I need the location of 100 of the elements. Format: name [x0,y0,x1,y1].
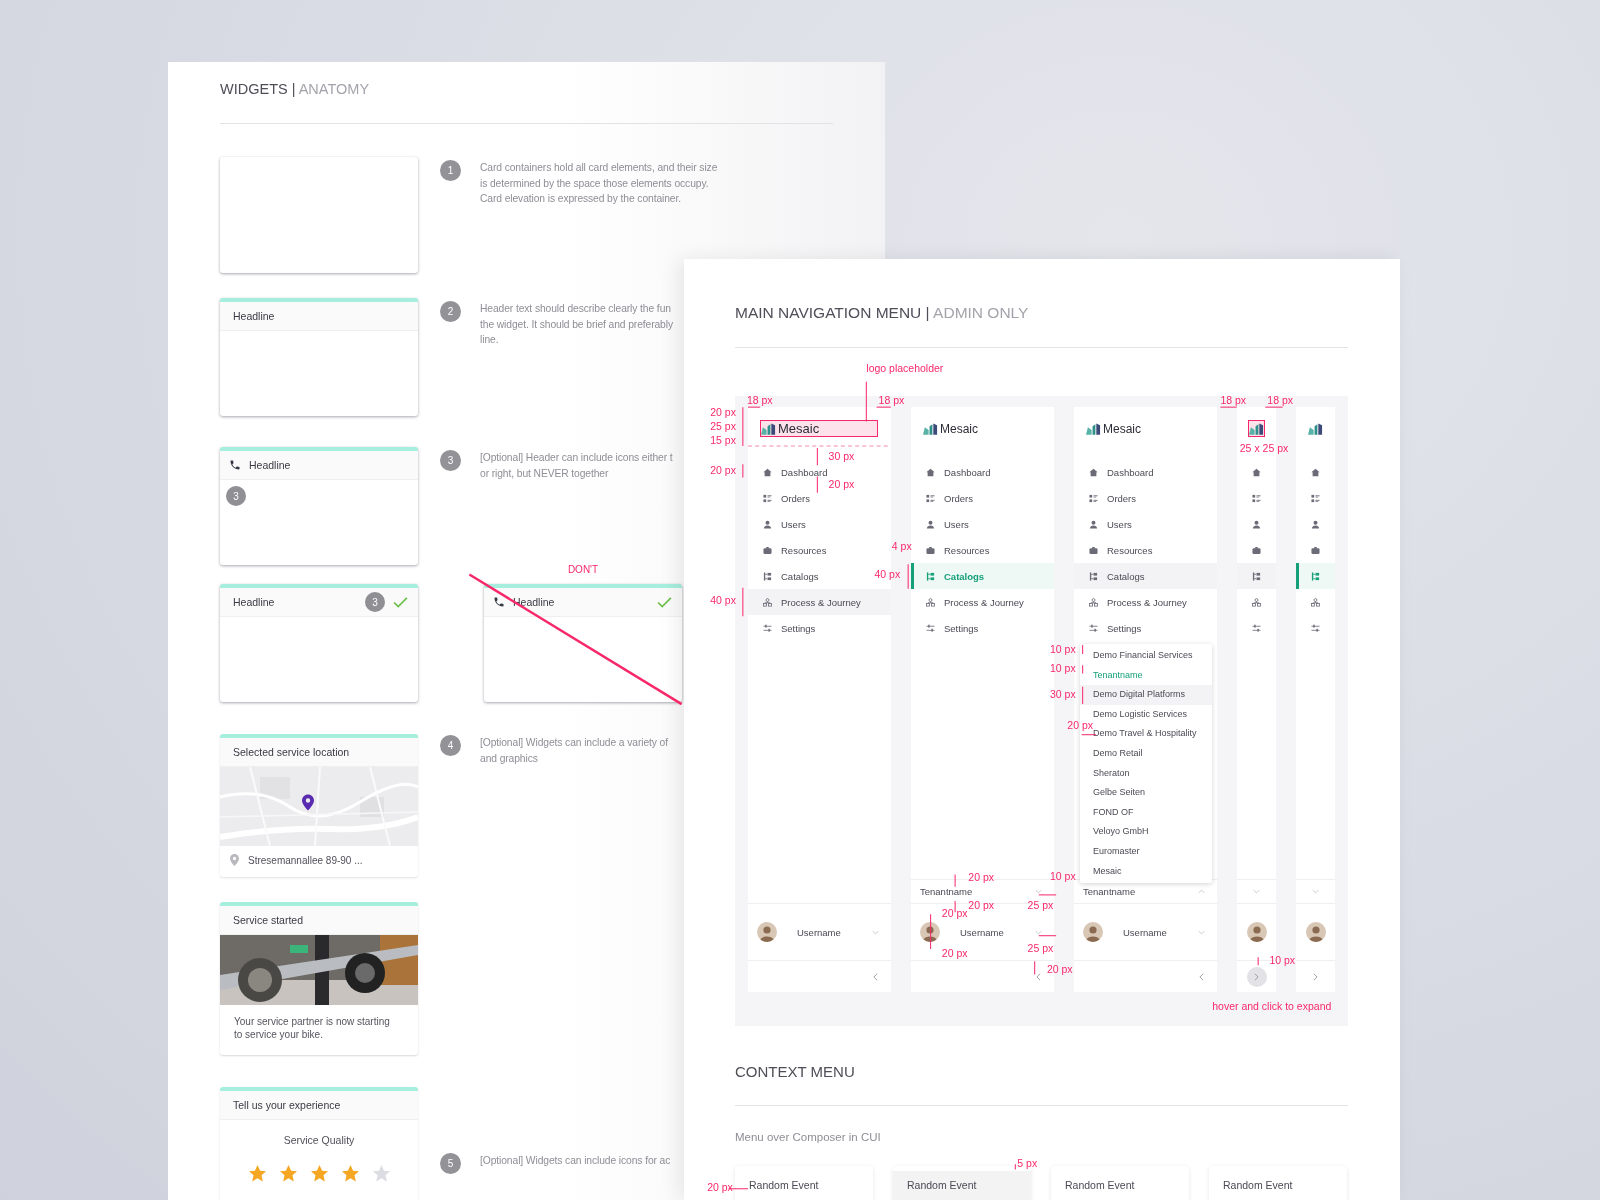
nav-item[interactable]: Users [911,511,972,537]
user-menu[interactable]: Username [757,922,879,942]
dimension-line [930,913,932,950]
star-icon[interactable] [309,1164,329,1183]
measurement-label: 20 px [1046,963,1073,976]
tenant-selector[interactable] [1253,889,1260,894]
user-menu[interactable]: Username [920,922,1042,942]
menu-card[interactable]: Random Event [1051,1166,1189,1200]
avatar [757,922,777,942]
number-badge: 3 [365,592,385,612]
dimension-line [907,563,909,590]
tenant-option[interactable]: Demo Digital Platforms [1080,685,1212,705]
star-icon[interactable] [371,1164,391,1183]
home-icon [763,467,772,477]
dimension-line [1082,664,1084,674]
card-headline: Service started [233,914,304,926]
org-chart-icon [763,597,772,607]
dimension-line [742,406,744,447]
sliders-icon [926,623,935,633]
dimension-line [1219,406,1238,408]
tenant-option[interactable]: Demo Travel & Hospitality [1093,724,1197,744]
org-chart-icon [1252,597,1261,607]
sliders-icon [763,623,772,633]
nav-item[interactable]: Orders [1074,485,1140,511]
tenant-selector[interactable]: Tenantname [1083,886,1205,897]
nav-item[interactable]: Users [1074,511,1135,537]
tenant-option[interactable]: Demo Logistic Services [1093,704,1188,725]
sliders-icon [1252,623,1261,633]
logo-icon [1308,422,1323,435]
hierarchy-icon [926,571,935,581]
sliders-icon [1311,623,1320,633]
card-headline: Headline [233,596,275,608]
nav-item[interactable]: Catalogs [748,563,822,589]
card-headline: Selected service location [233,746,350,758]
list-icon [1311,493,1320,503]
hierarchy-icon [763,571,772,581]
measurement-label: 40 px [710,593,736,606]
star-icon[interactable] [340,1164,360,1183]
dimension-line [954,900,956,913]
nav-item[interactable]: Resources [1074,537,1156,563]
list-icon [1252,493,1261,503]
card-headline: Headline [513,596,555,608]
nav-item[interactable]: Process & Journey [911,589,1027,615]
menu-card[interactable]: Random Event [1209,1166,1347,1200]
tenant-option[interactable]: Veloyo GmbH [1093,822,1149,842]
nav-item[interactable]: Users [748,511,809,537]
nav-item[interactable]: Process & Journey [1074,589,1190,615]
tenant-selector[interactable] [1312,889,1319,894]
nav-item[interactable]: Catalogs [1074,563,1217,589]
nav-item[interactable]: Settings [911,615,982,641]
tenant-selector[interactable]: Tenantname [920,886,1042,897]
hierarchy-icon [1089,571,1098,581]
tenant-option[interactable]: Euromaster [1093,841,1140,862]
dimension-line [876,406,892,408]
section-subtitle: Menu over Composer in CUI [735,1131,882,1143]
briefcase-icon [926,545,935,555]
map-pin-icon [302,794,314,811]
section-title: CONTEXT MENU [735,1063,856,1080]
chevron-left-icon [1198,972,1204,981]
nav-item[interactable]: Resources [911,537,993,563]
tenant-option[interactable]: Demo Retail [1093,743,1143,764]
user-menu[interactable] [1246,922,1267,942]
user-icon [1311,519,1320,529]
dimension-line [1038,894,1057,896]
nav-item[interactable]: Process & Journey [748,589,891,615]
star-icon[interactable] [278,1164,298,1183]
nav-item[interactable]: Resources [748,537,830,563]
nav-item[interactable] [1296,563,1335,589]
measurement-label: 25 px [710,420,736,433]
address-text: Stresemannallee 89-90 ... [248,854,363,866]
home-icon [1252,467,1261,477]
avatar [1246,922,1267,942]
menu-card[interactable]: Random Event [735,1166,873,1200]
nav-item[interactable]: Orders [748,485,814,511]
nav-item[interactable]: Dashboard [911,459,994,485]
tenant-option[interactable]: Sheraton [1093,763,1130,784]
measurement-label: 18 px [746,393,773,406]
nav-item[interactable]: Orders [911,485,977,511]
nav-item[interactable]: Settings [1074,615,1145,641]
card-body-text: Your service partner is now starting to service your bike. [234,1015,391,1041]
tenant-option[interactable]: FOND OF [1093,802,1134,823]
star-icon[interactable] [247,1164,267,1183]
user-menu[interactable] [1305,922,1326,942]
tenant-option[interactable]: Tenantname [1093,665,1143,686]
logo-text: Mesaic [1103,421,1141,436]
logo-icon [761,422,776,435]
expand-button[interactable] [1246,966,1267,987]
briefcase-icon [1252,545,1261,555]
user-icon [1252,519,1261,529]
dont-label: DON'T [566,563,600,577]
nav-item[interactable]: Settings [748,615,819,641]
tenant-option[interactable]: Gelbe Seiten [1093,783,1146,803]
tenant-option[interactable]: Demo Financial Services [1093,646,1193,666]
step-description: [Optional] Header can include icons either t or right, but NEVER together [480,451,673,481]
measurement-label: 10 px [1050,870,1076,883]
tenant-option[interactable]: Mesaic [1093,861,1122,882]
user-menu[interactable]: Username [1083,922,1205,942]
nav-item[interactable]: Dashboard [1074,459,1157,485]
chevron-up-icon [1198,889,1205,894]
number-badge: 3 [226,486,246,506]
